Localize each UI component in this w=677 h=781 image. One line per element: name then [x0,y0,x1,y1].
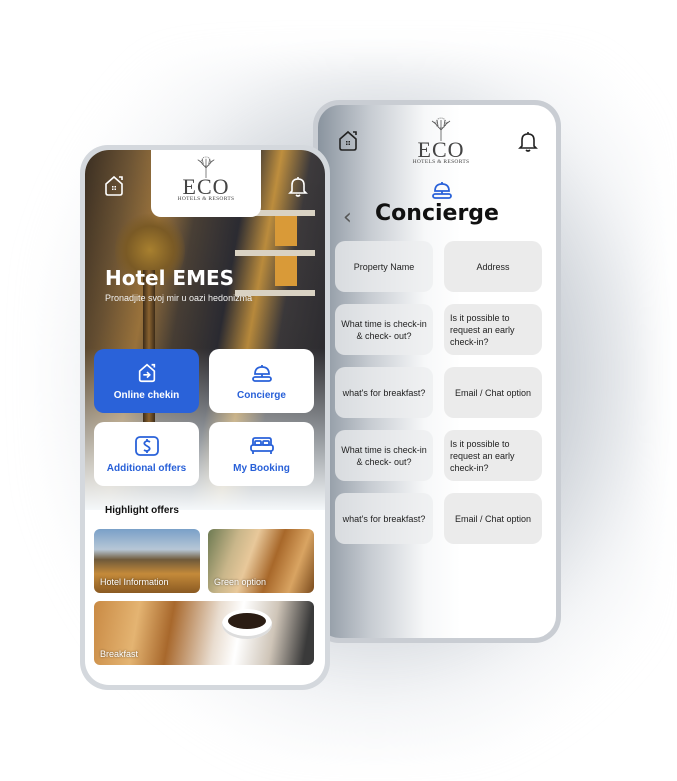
hero-window [275,256,297,286]
question-item[interactable]: Email / Chat option [444,367,542,418]
question-item[interactable]: What time is check-in & check- out? [335,430,433,481]
tile-label: Online chekin [113,389,180,401]
bed-icon [249,436,274,454]
bell-icon[interactable] [516,129,540,153]
logo-subtitle: HOTELS & RESORTS [412,159,470,165]
home-icon[interactable] [336,129,360,153]
question-item[interactable]: Property Name [335,241,433,292]
logo-text: ECO [182,174,230,199]
hotel-name: Hotel EMES [105,266,235,290]
hero-window [275,216,297,246]
additional-offers-button[interactable]: Additional offers [94,422,199,486]
hotel-tagline: Pronadjite svoj mir u oazi hedonizma [105,293,253,303]
home-icon[interactable] [102,174,126,198]
offer-breakfast[interactable]: Breakfast [94,601,314,665]
tile-label: My Booking [233,462,290,474]
offer-label: Breakfast [100,649,139,659]
home-phone: ECO HOTELS & RESORTS Hotel EMES Pronadji… [80,145,330,690]
question-item[interactable]: What time is check-in & check- out? [335,304,433,355]
page-title: Concierge [375,201,499,226]
eco-logo: ECO HOTELS & RESORTS [406,117,476,169]
offer-label: Green option [214,577,267,587]
highlight-offers-title: Highlight offers [105,505,179,516]
concierge-bell-icon [432,182,452,199]
concierge-screen: ECO HOTELS & RESORTS ‹ Concierge Propert… [318,105,556,638]
question-item[interactable]: what's for breakfast? [335,493,433,544]
question-item[interactable]: Is it possible to request an early check… [444,430,542,481]
logo-text: ECO [417,137,465,162]
dollar-icon [134,435,159,456]
bell-icon[interactable] [286,174,310,198]
online-checkin-button[interactable]: Online chekin [94,349,199,413]
coffee-image [228,613,266,629]
logo-subtitle: HOTELS & RESORTS [177,196,235,202]
tile-label: Concierge [237,389,286,401]
question-item[interactable]: Email / Chat option [444,493,542,544]
home-arrow-icon [138,363,155,382]
tile-label: Additional offers [106,462,187,474]
eco-logo: ECO HOTELS & RESORTS [151,150,261,217]
offer-hotel-information[interactable]: Hotel Information [94,529,200,593]
question-item[interactable]: Is it possible to request an early check… [444,304,542,355]
concierge-button[interactable]: Concierge [209,349,314,413]
concierge-bell-icon [251,364,272,382]
offer-green-option[interactable]: Green option [208,529,314,593]
my-booking-button[interactable]: My Booking [209,422,314,486]
question-item[interactable]: Address [444,241,542,292]
question-item[interactable]: what's for breakfast? [335,367,433,418]
offer-label: Hotel Information [100,577,169,587]
home-screen: ECO HOTELS & RESORTS Hotel EMES Pronadji… [85,150,325,685]
concierge-phone: ECO HOTELS & RESORTS ‹ Concierge Propert… [313,100,561,643]
